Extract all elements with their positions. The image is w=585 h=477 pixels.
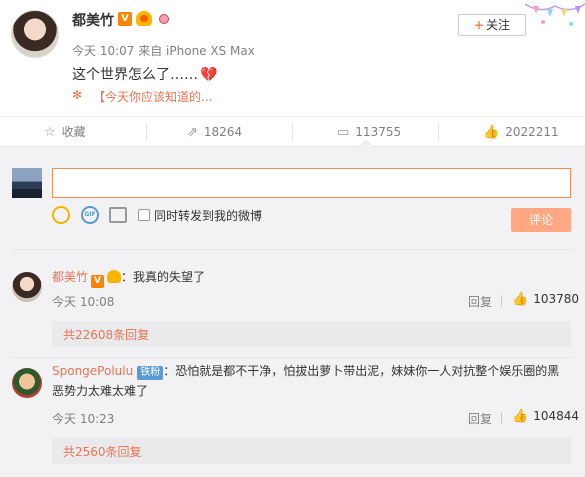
verified-icon[interactable]: V <box>91 275 105 288</box>
comment-author[interactable]: 都美竹 <box>52 270 88 284</box>
post-text: 这个世界怎么了…… <box>72 67 198 83</box>
vip-crown-icon[interactable] <box>136 11 152 26</box>
action-divider <box>501 412 502 424</box>
like-count: 2022211 <box>505 125 559 139</box>
follow-label: 关注 <box>486 18 511 32</box>
reply-button[interactable]: 回复 <box>468 410 492 427</box>
post-content: 这个世界怎么了…… 💔 <box>72 64 218 84</box>
action-divider <box>146 123 147 141</box>
comment-like-count: 103780 <box>533 292 579 306</box>
repost-count: 18264 <box>203 125 243 139</box>
post-meta: 今天 10:07 来自 iPhone XS Max <box>72 42 255 59</box>
member-medal-icon[interactable] <box>156 12 170 24</box>
favorite-button[interactable]: ☆ 收藏 <box>44 117 86 147</box>
vip-crown-icon[interactable] <box>107 270 122 283</box>
broken-heart-icon: 💔 <box>200 67 218 83</box>
action-divider <box>292 123 293 141</box>
repost-icon: ⇗ <box>187 125 198 140</box>
comment-like-button[interactable]: 👍 103780 <box>512 292 579 307</box>
comment-separator: ： <box>121 270 134 284</box>
festive-decoration-icon <box>525 3 585 26</box>
verified-icon[interactable]: V <box>118 12 132 26</box>
comment-panel: GIF 同时转发到我的微博 评论 都美竹 V ：我真的失望了 今天 10:08 回复… <box>0 146 585 477</box>
gif-icon[interactable]: GIF <box>81 206 99 224</box>
action-divider <box>501 295 502 307</box>
post-time[interactable]: 今天 10:07 <box>72 44 134 58</box>
comment-body: 都美竹 V ：我真的失望了 <box>52 267 552 288</box>
submit-comment-button[interactable]: 评论 <box>511 208 571 232</box>
repost-button[interactable]: ⇗ 18264 <box>187 117 242 147</box>
author-avatar[interactable] <box>11 10 59 58</box>
repost-checkbox-label[interactable]: 同时转发到我的微博 <box>154 207 262 224</box>
author-name[interactable]: 都美竹 <box>72 10 114 30</box>
star-icon: ☆ <box>44 125 56 140</box>
topic-icon: ✻ <box>72 88 83 102</box>
more-replies-link[interactable]: 共2560条回复 <box>63 443 142 460</box>
emoji-icon[interactable] <box>52 206 70 224</box>
comment-avatar[interactable] <box>12 368 42 398</box>
comment-time: 今天 10:08 <box>52 295 115 309</box>
composer-divider <box>12 249 573 250</box>
thumbs-up-icon: 👍 <box>512 292 529 307</box>
comment-like-button[interactable]: 👍 104844 <box>512 409 579 424</box>
comment-like-count: 104844 <box>533 409 579 423</box>
post-action-bar: ☆ 收藏 ⇗ 18264 ▭ 113755 👍 2022211 <box>0 116 585 147</box>
post-source[interactable]: 来自 iPhone XS Max <box>138 44 255 58</box>
follow-button[interactable]: + 关注 <box>458 14 526 36</box>
reply-button[interactable]: 回复 <box>468 293 492 310</box>
comment-icon: ▭ <box>337 125 350 140</box>
more-replies-box: 共2560条回复 <box>52 438 571 464</box>
action-divider <box>438 123 439 141</box>
comment-divider <box>12 357 573 358</box>
plus-icon: + <box>473 18 485 32</box>
more-replies-link[interactable]: 共22608条回复 <box>63 326 149 343</box>
comment-text: 我真的失望了 <box>133 270 206 284</box>
image-icon[interactable] <box>109 207 127 223</box>
thumbs-up-icon: 👍 <box>512 409 529 424</box>
repost-checkbox[interactable] <box>138 209 150 221</box>
my-avatar[interactable] <box>12 168 42 198</box>
favorite-label: 收藏 <box>61 125 86 139</box>
weibo-post: 都美竹 V 今天 10:07 来自 iPhone XS Max 这个世界怎么了…… <box>0 0 585 116</box>
comment-body: SpongePolulu 铁粉 ：恐怕就是都不干净，怕拔出萝卜带出泥，妹妹你一人对抗… <box>52 361 568 401</box>
comment-separator: ： <box>163 364 176 378</box>
comment-avatar[interactable] <box>12 272 42 302</box>
topic-link[interactable]: 【今天你应该知道的... <box>93 88 212 105</box>
comment-input[interactable] <box>52 168 571 198</box>
comment-author[interactable]: SpongePolulu <box>52 364 133 378</box>
comment-count: 113755 <box>355 125 402 139</box>
more-replies-box: 共22608条回复 <box>52 321 571 347</box>
thumbs-up-icon: 👍 <box>483 125 500 140</box>
comment-time: 今天 10:23 <box>52 412 115 426</box>
fan-badge[interactable]: 铁粉 <box>137 366 164 380</box>
like-button[interactable]: 👍 2022211 <box>483 117 559 147</box>
